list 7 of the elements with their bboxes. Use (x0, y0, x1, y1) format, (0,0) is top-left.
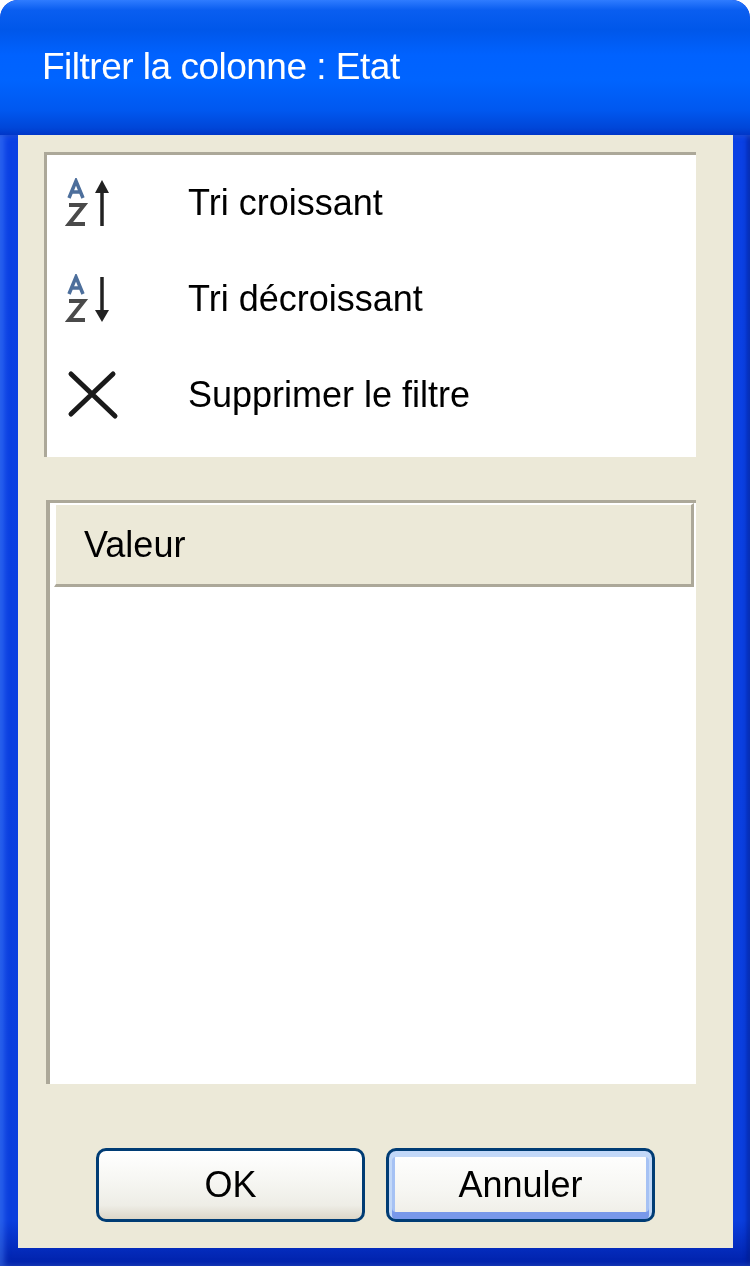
dialog-button[interactable]: Annuler (386, 1148, 655, 1222)
menu-item[interactable]: Tri décroissant (47, 251, 696, 347)
menu-item[interactable]: Tri croissant (47, 155, 696, 251)
menu-item[interactable]: Supprimer le filtre (47, 347, 696, 443)
window-title: Filtrer la colonne : Etat (42, 45, 400, 90)
column-header[interactable]: Valeur (54, 503, 694, 587)
dialog-button[interactable]: OK (96, 1148, 365, 1222)
